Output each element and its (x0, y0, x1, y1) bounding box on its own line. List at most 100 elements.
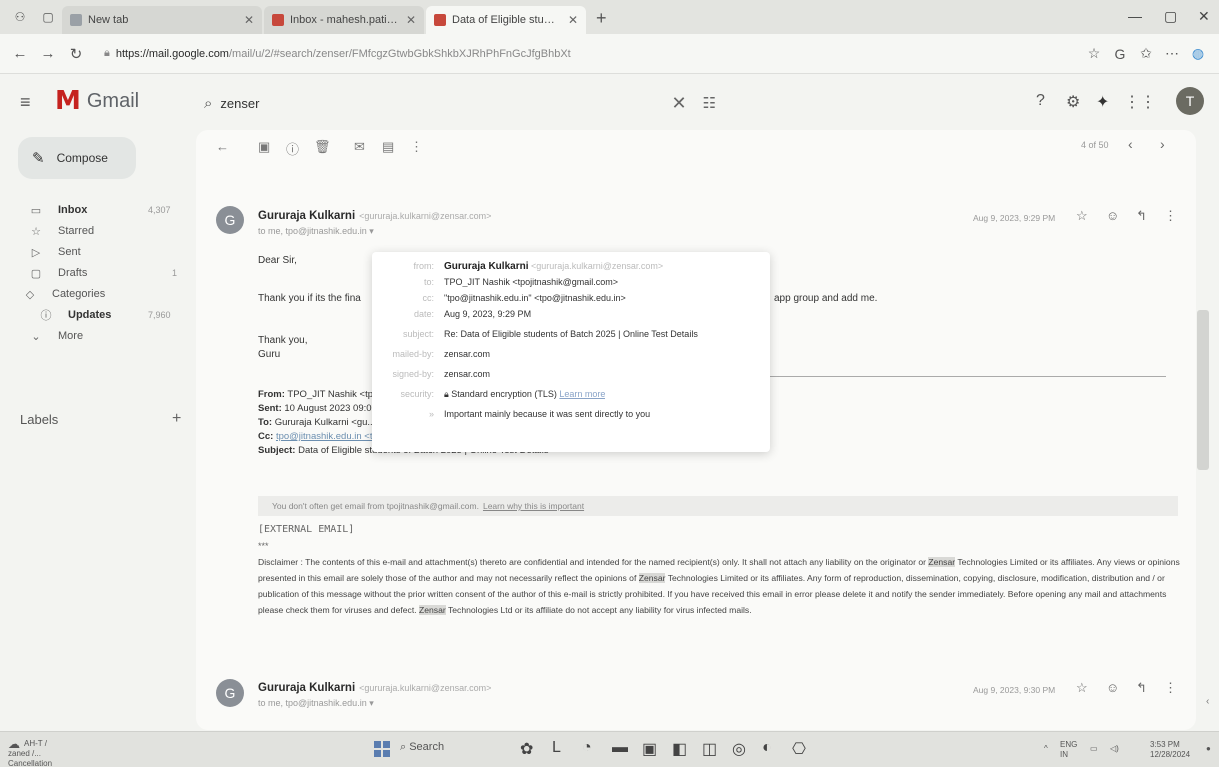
close-window-icon[interactable]: ✕ (1198, 8, 1210, 25)
browser-tab-new-tab[interactable]: New tab ✕ (62, 6, 262, 34)
gemini-icon[interactable]: ✦ (1096, 92, 1109, 112)
volume-icon[interactable]: ◁) (1110, 744, 1119, 754)
reload-icon[interactable]: ↻ (64, 42, 88, 66)
browser-tab-inbox[interactable]: Inbox - mahesh.patil900@gmail... ✕ (264, 6, 424, 34)
snooze-icon[interactable]: ▤ (382, 139, 394, 155)
apps-grid-icon[interactable]: ⋮⋮ (1124, 92, 1156, 112)
sidebar-item-categories[interactable]: ◇ Categories (0, 283, 190, 305)
sidebar-item-more[interactable]: ⌄ More (0, 325, 190, 347)
app-chrome-icon[interactable]: ◔ (582, 739, 592, 757)
tab-actions-icon[interactable]: ▢ (37, 6, 59, 28)
favorite-star-icon[interactable]: ☆ (1081, 42, 1107, 66)
gmail-wordmark: Gmail (86, 89, 140, 112)
archive-icon[interactable]: ▣ (258, 139, 270, 155)
newer-icon[interactable]: ‹ (1128, 136, 1133, 152)
favorites-icon[interactable]: ✩ (1133, 42, 1159, 66)
search-options-icon[interactable]: ☷ (703, 94, 716, 112)
message-more-icon[interactable]: ⋮ (1164, 680, 1177, 696)
scrollbar-thumb[interactable] (1197, 310, 1209, 470)
popup-date-row: date: Aug 9, 2023, 9:29 PM (372, 306, 770, 322)
more-options-icon[interactable]: ⋯ (1159, 42, 1185, 66)
back-icon[interactable]: ← (8, 42, 32, 66)
popup-security-row: security: 🔒︎ Standard encryption (TLS) L… (372, 386, 770, 402)
delete-icon[interactable]: 🗑︎ (314, 139, 331, 155)
search-input[interactable]: zenser (220, 96, 671, 111)
star-icon[interactable]: ☆ (1076, 208, 1088, 224)
network-icon[interactable]: ▭ (1090, 744, 1098, 754)
learn-more-link[interactable]: Learn more (559, 389, 605, 399)
gmail-m-icon: M (55, 86, 81, 116)
report-spam-icon[interactable]: ⓘ (286, 139, 299, 158)
collapse-side-panel-icon[interactable]: ‹ (1206, 696, 1209, 707)
new-tab-button[interactable]: + (596, 8, 607, 29)
file-explorer-icon[interactable]: ▬ (612, 739, 628, 757)
close-tab-icon[interactable]: ✕ (244, 13, 254, 27)
recipients-toggle[interactable]: to me, tpo@jitnashik.edu.in ▾ (258, 698, 374, 709)
back-to-search-icon[interactable]: ← (216, 139, 229, 154)
gmail-logo[interactable]: M Gmail (55, 88, 139, 114)
popup-from-email: <gururaja.kulkarni@zensar.com> (530, 260, 664, 271)
app-l-icon[interactable]: L (552, 739, 561, 757)
copilot-icon[interactable]: G (1107, 42, 1133, 66)
recipients-toggle[interactable]: to me, tpo@jitnashik.edu.in ▾ (258, 226, 374, 237)
account-avatar[interactable]: T (1176, 87, 1204, 115)
divider (736, 376, 1166, 377)
language-indicator[interactable]: ENG IN (1060, 740, 1077, 760)
app-browser-icon[interactable]: ◎ (732, 739, 746, 759)
url-field[interactable]: 🔒︎ https://mail.google.com /mail/u/2/#se… (104, 40, 1069, 68)
sidebar-item-drafts[interactable]: ▢ Drafts 1 (0, 262, 190, 284)
message-date: Aug 9, 2023, 9:29 PM (973, 213, 1056, 223)
learn-why-link[interactable]: Learn why this is important (483, 501, 584, 511)
sender-name[interactable]: Gururaja Kulkarni <gururaja.kulkarni@zens… (258, 682, 491, 694)
sidebar-item-inbox[interactable]: ▭ Inbox 4,307 (0, 199, 190, 221)
forward-icon[interactable]: → (36, 42, 60, 66)
site-info-icon[interactable]: 🔒︎ (104, 47, 110, 60)
sidebar-item-sent[interactable]: ▷ Sent (0, 241, 190, 263)
close-tab-icon[interactable]: ✕ (406, 13, 416, 27)
main-menu-icon[interactable]: ≡ (20, 92, 31, 113)
maximize-icon[interactable]: ▢ (1164, 8, 1177, 25)
add-reaction-icon[interactable]: ☺ (1106, 680, 1119, 695)
settings-gear-icon[interactable]: ⚙ (1066, 92, 1080, 112)
app-misc-icon[interactable]: ⎔ (792, 739, 806, 759)
add-label-icon[interactable]: + (172, 410, 181, 428)
message-more-icon[interactable]: ⋮ (1164, 208, 1177, 224)
unread-count: 7,960 (148, 310, 171, 320)
reply-icon[interactable]: ↰ (1136, 208, 1147, 224)
sidebar-item-updates[interactable]: ⓘ Updates 7,960 (0, 304, 190, 326)
popup-important-row: » Important mainly because it was sent d… (372, 406, 770, 422)
app-word-icon[interactable]: ◧ (672, 739, 687, 759)
sidebar-item-starred[interactable]: ☆ Starred (0, 220, 190, 242)
weather-widget[interactable]: ☁ AH-T / zaned /... Cancellation (8, 738, 66, 767)
mark-unread-icon[interactable]: ✉ (354, 139, 365, 155)
compose-button[interactable]: ✎ Compose (18, 137, 136, 179)
edge-sidebar-icon[interactable]: ◍ (1185, 42, 1211, 66)
tray-overflow-icon[interactable]: ^ (1044, 744, 1048, 754)
minimize-icon[interactable]: — (1128, 8, 1142, 24)
widgets-icon[interactable]: ✿ (520, 739, 533, 759)
gmail-favicon-icon (434, 14, 446, 26)
browser-profile-icon[interactable]: ⚇ (9, 6, 31, 28)
support-icon[interactable]: ? (1036, 92, 1045, 110)
popup-to-row: to: TPO_JIT Nashik <tpojitnashik@gmail.c… (372, 274, 770, 290)
windows-start-icon[interactable] (374, 741, 390, 757)
sender-email: <gururaja.kulkarni@zensar.com> (359, 211, 492, 221)
close-tab-icon[interactable]: ✕ (568, 13, 578, 27)
clock-time: 3:53 PM (1150, 740, 1180, 749)
browser-tab-active[interactable]: Data of Eligible students of Batch ✕ (426, 6, 586, 34)
taskbar-search[interactable]: ⌕ Search (400, 741, 444, 754)
app-store-icon[interactable]: ▣ (642, 739, 657, 759)
search-icon[interactable]: ⌕ (204, 95, 212, 112)
more-actions-icon[interactable]: ⋮ (410, 139, 423, 155)
add-reaction-icon[interactable]: ☺ (1106, 208, 1119, 223)
notification-icon[interactable]: ● (1206, 744, 1211, 754)
search-bar[interactable]: ⌕ zenser ✕ ☷ (190, 83, 730, 123)
star-icon[interactable]: ☆ (1076, 680, 1088, 696)
edge-icon[interactable]: ◐ (762, 739, 772, 757)
app-shield-icon[interactable]: ◫ (702, 739, 717, 759)
clock[interactable]: 3:53 PM 12/28/2024 (1150, 740, 1190, 760)
clear-search-icon[interactable]: ✕ (671, 93, 686, 114)
sender-name[interactable]: Gururaja Kulkarni <gururaja.kulkarni@zens… (258, 210, 491, 222)
older-icon[interactable]: › (1160, 136, 1165, 152)
reply-icon[interactable]: ↰ (1136, 680, 1147, 696)
